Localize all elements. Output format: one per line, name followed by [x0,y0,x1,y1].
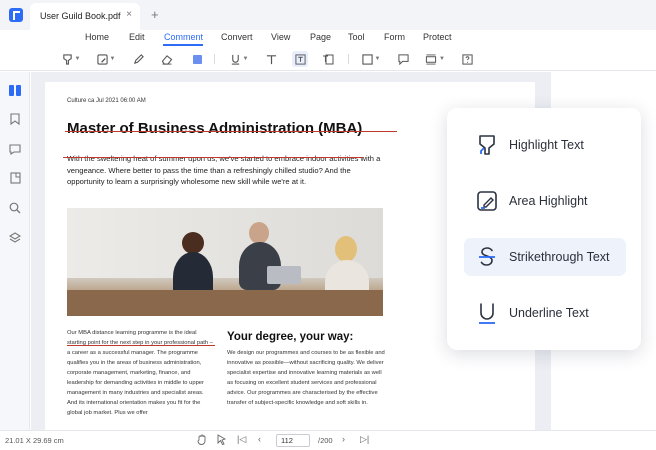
highlight-icon [62,53,72,65]
underline-text-label: Underline Text [509,306,589,320]
underline-icon [231,54,239,65]
page-number-input[interactable]: 112 [276,434,310,447]
menu-bar: Home Edit Comment Convert View Page Tool… [0,30,656,47]
shape-tool-button[interactable]: ▼ [360,51,382,67]
toolbar-divider [214,54,215,64]
app-logo-icon [9,8,23,22]
text-box-icon [294,53,306,65]
highlight-text-option[interactable]: Highlight Text [464,126,626,164]
callout-icon [323,54,334,65]
layers-icon[interactable] [8,231,22,245]
article-photo [67,208,383,316]
attachment-icon[interactable] [8,171,22,185]
page-size-readout: 21.01 X 29.69 cm [5,436,64,445]
title-strikethrough-annotation[interactable] [65,131,397,132]
area-highlight-tool-button[interactable]: ▼ [95,51,117,67]
hand-tool-icon[interactable] [197,434,207,447]
menu-form[interactable]: Form [384,32,405,42]
menu-home[interactable]: Home [85,32,109,42]
article-title: Master of Business Administration (MBA) [67,120,363,137]
area-highlight-label: Area Highlight [509,194,588,208]
highlight-text-label: Highlight Text [509,138,584,152]
note-tool-button[interactable] [396,51,410,67]
next-page-icon[interactable]: › [342,434,345,444]
strikethrough-text-icon [474,244,500,270]
comments-icon[interactable] [8,142,22,156]
chevron-down-icon: ▼ [374,56,381,62]
chevron-down-icon: ▼ [242,56,249,62]
intro-strikethrough-annotation[interactable] [63,157,363,158]
underline-tool-button[interactable]: ▼ [228,51,250,67]
search-icon[interactable] [8,201,22,215]
last-page-icon[interactable]: ▷| [360,434,369,445]
underline-text-option[interactable]: Underline Text [464,294,626,332]
menu-tool[interactable]: Tool [348,32,365,42]
left-sidebar [0,72,30,430]
chevron-down-icon: ▼ [439,56,445,62]
eraser-icon [161,54,173,65]
color-swatch-icon [192,54,202,64]
menu-edit[interactable]: Edit [129,32,145,42]
underline-text-icon [474,300,500,326]
strikethrough-text-option[interactable]: Strikethrough Text [464,238,626,276]
text-markup-popup: Highlight Text Area Highlight Strikethro… [447,108,641,350]
question-box-icon [461,53,473,65]
text-box-tool-button[interactable] [292,51,308,67]
section-heading: Your degree, your way: [227,331,354,343]
rectangle-icon [361,53,373,65]
article-column-right: We design our programmes and courses to … [227,350,385,406]
active-menu-underline [163,44,203,46]
text-icon [266,54,276,64]
menu-protect[interactable]: Protect [423,32,452,42]
article-meta: Culture ca Jul 2021 06:00 AM [67,98,146,104]
note-icon [397,53,409,65]
chevron-down-icon: ▼ [109,56,116,62]
eraser-tool-button[interactable] [160,51,174,67]
column-underline-annotation[interactable] [67,345,215,346]
area-highlight-icon [96,53,108,65]
pencil-icon [133,53,144,64]
document-tab-label: User Guild Book.pdf [40,11,121,21]
status-bar: 21.01 X 29.69 cm |◁ ‹ 112 /200 › ▷| [0,430,656,450]
tab-close-icon[interactable]: × [126,9,132,20]
stamp-icon [425,53,437,65]
thumbnails-icon[interactable] [8,83,22,97]
menu-convert[interactable]: Convert [221,32,253,42]
menu-comment[interactable]: Comment [164,32,203,42]
previous-page-icon[interactable]: ‹ [258,434,261,444]
strikethrough-text-label: Strikethrough Text [509,250,610,264]
color-picker-button[interactable] [190,51,204,67]
menu-view[interactable]: View [271,32,290,42]
document-tab[interactable]: User Guild Book.pdf × [30,3,140,30]
select-tool-icon[interactable] [217,434,227,447]
stamp-tool-button[interactable]: ▼ [424,51,446,67]
comment-toolbar: ▼ ▼ ▼ ▼ ▼ [0,47,656,71]
area-highlight-option[interactable]: Area Highlight [464,182,626,220]
bookmark-icon[interactable] [8,112,22,126]
menu-page[interactable]: Page [310,32,331,42]
article-intro: With the sweltering heat of summer upon … [67,154,381,186]
new-tab-icon[interactable]: + [151,7,159,22]
chevron-down-icon: ▼ [74,56,81,62]
first-page-icon[interactable]: |◁ [237,434,246,445]
callout-tool-button[interactable] [321,51,335,67]
highlight-text-icon [474,132,500,158]
tab-bar: User Guild Book.pdf × + [0,0,656,30]
area-highlight-icon [474,188,500,214]
toolbar-divider [348,54,349,64]
page-total: /200 [318,436,333,445]
pencil-tool-button[interactable] [131,51,145,67]
highlight-tool-button[interactable]: ▼ [60,51,82,67]
article-column-left: Our MBA distance learning programme is t… [67,330,213,416]
text-tool-button[interactable] [264,51,278,67]
comment-list-button[interactable] [460,51,474,67]
